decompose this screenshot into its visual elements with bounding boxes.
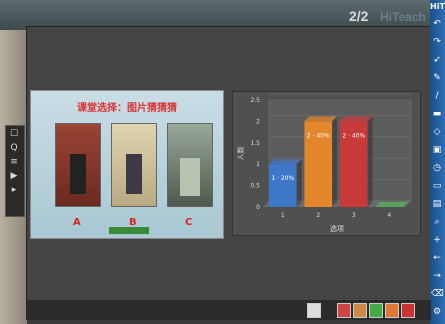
highlighter-icon[interactable]: ▬ [431, 108, 443, 120]
page-indicator: 2/2 [349, 8, 369, 24]
result-chart: 0 0.5 1 1.5 2 2.5 人数 1 · 20% 1 2 · 40% 2 2 · 40% 3 4 选… [232, 91, 421, 236]
chart-bar-top [339, 116, 373, 122]
door-icon [70, 154, 86, 194]
photo-label-c: C [185, 217, 193, 228]
chart-bar-top [304, 116, 338, 122]
chart-xtick: 3 [352, 212, 356, 219]
photo-c[interactable] [167, 123, 213, 207]
lock-icon[interactable]: ▣ [431, 144, 443, 156]
chart-bar-side [367, 116, 373, 207]
forward-icon[interactable]: → [431, 270, 443, 282]
trash-icon[interactable]: ⌫ [431, 288, 444, 300]
pointer-icon[interactable]: ➶ [431, 54, 443, 66]
photo-label-a: A [73, 217, 81, 228]
chart-ytick: 1.5 [250, 140, 260, 147]
chart-bar-side [332, 116, 338, 207]
board-icon[interactable]: ▭ [431, 180, 443, 192]
chart-bar-side [296, 159, 302, 207]
camera-icon[interactable] [307, 303, 321, 318]
redo-icon[interactable]: ↷ [431, 36, 443, 48]
slide-preview[interactable]: 课堂选择：图片猜猜猜 A B C [30, 90, 224, 239]
zoom-icon[interactable]: Q [7, 142, 21, 154]
grid-icon[interactable] [353, 303, 367, 318]
chart-bar-label: 2 · 40% [307, 132, 330, 139]
save-icon[interactable] [369, 303, 383, 318]
timer-icon[interactable]: ◷ [431, 162, 443, 174]
search-icon[interactable]: ⌕ [431, 216, 443, 228]
chart-ytick: 2.5 [250, 97, 260, 104]
chart-ytick: 0 [256, 204, 260, 211]
eraser-icon[interactable]: ◇ [431, 126, 443, 138]
door-icon [126, 154, 142, 194]
hiteach-brand: HiTeach [380, 10, 426, 24]
next-icon[interactable]: ▸ [7, 184, 21, 196]
chart-bar [375, 202, 409, 207]
bottom-bar [26, 300, 431, 320]
slide-icon[interactable]: ☐ [7, 128, 21, 140]
slide-title: 课堂选择：图片猜猜猜 [77, 103, 177, 114]
chart-xtick: 4 [387, 212, 391, 219]
menu-icon[interactable]: ≡ [7, 156, 21, 168]
chart-bar-label: 1 · 20% [271, 175, 294, 182]
photo-a[interactable] [55, 123, 101, 207]
chart-ytick: 0.5 [250, 183, 260, 190]
chart-ytick: 1 [256, 161, 260, 168]
chart-bar-top [268, 159, 302, 165]
photo-b[interactable] [111, 123, 157, 207]
chart-bar [268, 164, 297, 207]
close-icon[interactable] [401, 303, 415, 318]
slide-controls[interactable] [109, 227, 149, 234]
left-tool-strip: ☐ Q ≡ ▶ ▸ [5, 125, 25, 217]
back-icon[interactable]: ← [431, 252, 443, 264]
chart-icon[interactable] [337, 303, 351, 318]
chart-bar-label: 2 · 40% [342, 132, 365, 139]
alley-icon [180, 158, 200, 196]
pen-icon[interactable]: ✎ [431, 72, 443, 84]
brush-icon[interactable]: / [431, 90, 443, 102]
export-icon[interactable] [385, 303, 399, 318]
play-icon[interactable]: ▶ [7, 170, 21, 182]
chart-xtick: 1 [281, 212, 285, 219]
add-icon[interactable]: + [431, 234, 443, 246]
chart-svg: 0 0.5 1 1.5 2 2.5 人数 1 · 20% 1 2 · 40% 2 2 · 40% 3 4 选… [236, 93, 412, 233]
chart-ylabel: 人数 [236, 147, 245, 161]
undo-icon[interactable]: ↶ [431, 18, 443, 30]
right-toolbar: HiT ↶ ↷ ➶ ✎ / ▬ ◇ ▣ ◷ ▭ ▤ ⌕ + ← → ⌫ ⚙ [430, 0, 445, 324]
settings-icon[interactable]: ⚙ [431, 306, 443, 318]
chart-xlabel: 选项 [330, 224, 344, 233]
chart-ytick: 2 [256, 118, 260, 125]
toolbar-brand: HiT [430, 2, 445, 11]
chart-xtick: 2 [316, 212, 320, 219]
save-icon[interactable]: ▤ [431, 198, 443, 210]
